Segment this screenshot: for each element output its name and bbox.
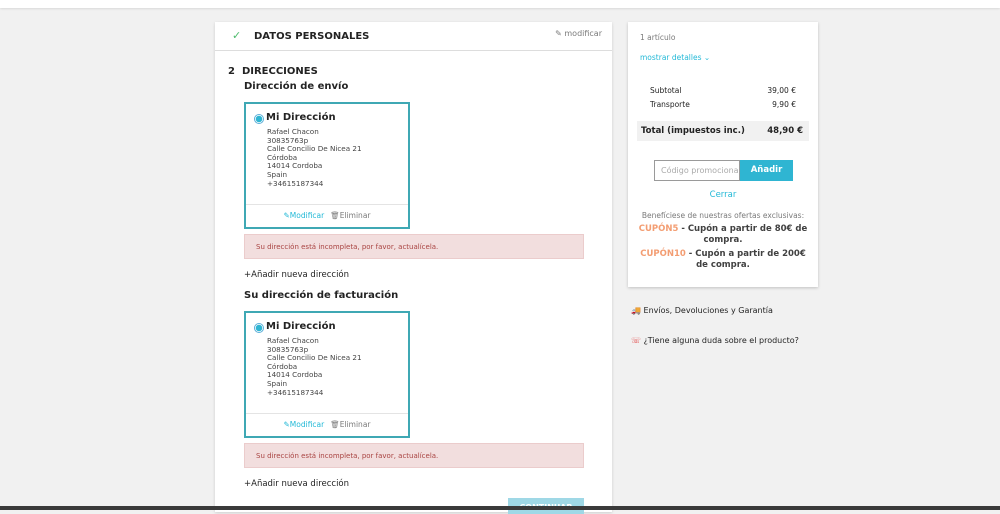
cart-summary: 1 artículo mostrar detalles ⌄ Subtotal 3… [628, 22, 818, 287]
address-card-billing[interactable]: Mi Dirección Rafael Chacon 30835763p Cal… [244, 311, 410, 438]
chevron-down-icon: ⌄ [703, 53, 711, 62]
subtotal-value: 39,00 € [767, 86, 796, 95]
edit-address-link[interactable]: ✎Modificar [284, 211, 325, 220]
address-incomplete-alert: Su dirección está incompleta, por favor,… [244, 443, 584, 468]
subtotal-label: Subtotal [650, 86, 682, 95]
add-address-link[interactable]: +Añadir nueva dirección [244, 270, 349, 280]
address-lines: Rafael Chacon 30835763p Calle Concilio D… [267, 336, 362, 397]
add-address-label: Añadir nueva dirección [251, 270, 350, 280]
address-radio[interactable] [254, 114, 264, 124]
add-address-link[interactable]: +Añadir nueva dirección [244, 479, 349, 489]
step-title: DATOS PERSONALES [254, 31, 370, 42]
address-line: +34615187344 [267, 387, 324, 397]
address-actions: ✎Modificar 🗑Eliminar [246, 204, 408, 227]
edit-label: Modificar [289, 211, 325, 220]
delete-label: Eliminar [339, 211, 371, 220]
address-radio[interactable] [254, 323, 264, 333]
coupon-offer: CUPÓN10 - Cupón a partir de 200€ de comp… [638, 249, 808, 271]
check-icon: ✓ [232, 29, 242, 42]
step-number: 2 [228, 66, 235, 77]
delete-address-link[interactable]: 🗑Eliminar [330, 211, 370, 220]
total-label: Total (impuestos inc.) [641, 126, 745, 136]
coupon-text: - Cupón a partir de 80€ de compra. [678, 224, 808, 245]
step-addresses-title: 2 DIRECCIONES [228, 66, 318, 77]
items-count: 1 artículo [640, 33, 676, 42]
promo-code-input[interactable]: Código promocional [654, 160, 740, 181]
total-row: Total (impuestos inc.) 48,90 € [637, 121, 809, 141]
reassurance-text: Envíos, Devoluciones y Garantía [643, 306, 773, 315]
add-promo-button[interactable]: Añadir [740, 160, 793, 181]
checkout-steps: ✓ DATOS PERSONALES ✎ modificar 2 DIRECCI… [215, 22, 612, 514]
reassurance-text: ¿Tiene alguna duda sobre el producto? [643, 336, 799, 345]
coupon-code: CUPÓN10 [640, 249, 686, 259]
top-bar [0, 0, 1000, 8]
coupon-code: CUPÓN5 [638, 224, 679, 234]
add-address-label: Añadir nueva dirección [251, 479, 350, 489]
close-promo-link[interactable]: Cerrar [628, 190, 818, 200]
shipping-label: Transporte [650, 100, 690, 109]
edit-personal-link[interactable]: ✎ modificar [555, 29, 602, 38]
delete-label: Eliminar [339, 420, 371, 429]
support-icon: ☏ [631, 336, 642, 345]
step-title: DIRECCIONES [241, 66, 318, 77]
taskbar [0, 506, 1000, 510]
shipping-icon: 🚚 [631, 306, 641, 315]
shipping-value: 9,90 € [772, 100, 796, 109]
edit-address-link[interactable]: ✎Modificar [284, 420, 325, 429]
address-card-shipping[interactable]: Mi Dirección Rafael Chacon 30835763p Cal… [244, 102, 410, 229]
offers-text: Benefíciese de nuestras ofertas exclusiv… [641, 211, 805, 220]
edit-label: modificar [564, 29, 602, 38]
address-incomplete-alert: Su dirección está incompleta, por favor,… [244, 234, 584, 259]
address-line: +34615187344 [267, 178, 324, 188]
delete-address-link[interactable]: 🗑Eliminar [330, 420, 370, 429]
edit-label: Modificar [289, 420, 325, 429]
address-actions: ✎Modificar 🗑Eliminar [246, 413, 408, 436]
billing-title: Su dirección de facturación [244, 290, 399, 301]
total-value: 48,90 € [767, 126, 803, 136]
address-lines: Rafael Chacon 30835763p Calle Concilio D… [267, 127, 362, 188]
step-personal-header[interactable]: ✓ DATOS PERSONALES ✎ modificar [215, 22, 612, 51]
details-label: mostrar detalles [640, 53, 702, 62]
reassurance-item: 🚚 Envíos, Devoluciones y Garantía [631, 306, 773, 315]
coupon-text: - Cupón a partir de 200€ de compra. [685, 249, 806, 270]
address-alias: Mi Dirección [266, 112, 336, 123]
coupon-offer: CUPÓN5 - Cupón a partir de 80€ de compra… [638, 224, 808, 246]
shipping-title: Dirección de envío [244, 81, 349, 92]
address-alias: Mi Dirección [266, 321, 336, 332]
show-details-link[interactable]: mostrar detalles ⌄ [640, 53, 710, 62]
reassurance-item: ☏ ¿Tiene alguna duda sobre el producto? [631, 336, 799, 345]
